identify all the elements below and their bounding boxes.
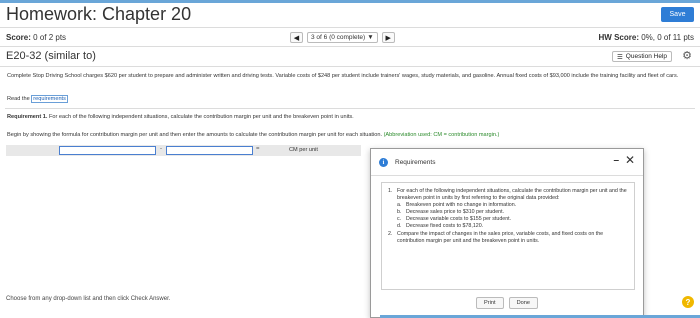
list-item: 1. For each of the following independent… [388,188,628,202]
question-help-label: Question Help [625,53,667,60]
item-number: 1. [388,188,393,194]
sub-item: d. Decrease fixed costs to $78,120. [397,223,628,230]
sub-item: b. Decrease sales price to $310 per stud… [397,209,628,216]
sub-item-letter: a. [397,202,402,209]
triangle-right-icon: ▶ [385,34,391,42]
formula-input-1[interactable] [59,146,156,155]
begin-text: Begin by showing the formula for contrib… [7,132,382,138]
equals-sign: = [256,146,260,152]
abbreviation-hint: (Abbreviation used: CM = contribution ma… [383,132,500,138]
requirements-dialog: i Requirements – ✕ 1. For each of the fo… [370,148,644,318]
sub-item-text: Decrease variable costs to $155 per stud… [406,216,512,223]
hw-score: HW Score: 0%, 0 of 11 pts [599,33,694,42]
list-icon: ☰ [616,53,623,61]
item-text: For each of the following independent si… [397,188,627,202]
dialog-buttons: Print Done [371,297,643,309]
sub-item-letter: d. [397,223,402,230]
score: Score: 0 of 2 pts [6,33,66,42]
minus-sign: - [160,146,162,152]
question-header: E20-32 (similar to) ☰ Question Help ⚙ [0,47,700,67]
requirements-link[interactable]: requirements [31,95,68,103]
read-prefix: Read the [7,96,30,102]
sub-item: a. Breakeven point with no change in inf… [397,202,628,209]
divider [5,108,695,109]
score-label: Score: [6,33,31,42]
item-text: Compare the impact of changes in the sal… [397,230,604,244]
dialog-header: i Requirements – ✕ [371,149,643,176]
read-requirements: Read the requirements [7,95,68,103]
sub-item-text: Breakeven point with no change in inform… [406,202,517,209]
requirements-list: 1. For each of the following independent… [381,182,635,290]
sub-item: c. Decrease variable costs to $155 per s… [397,216,628,223]
list-item: 2. Compare the impact of changes in the … [388,231,628,245]
dialog-title: Requirements [395,159,436,166]
close-icon[interactable]: ✕ [625,153,635,167]
page-title: Homework: Chapter 20 [6,4,192,24]
hw-score-value: 0%, 0 of 11 pts [641,33,694,42]
score-value: 0 of 2 pts [33,33,67,42]
next-question-button[interactable]: ▶ [381,32,395,43]
question-help-button[interactable]: ☰ Question Help [611,51,672,62]
sub-item-letter: b. [397,209,402,216]
info-icon: i [379,158,388,167]
formula-row: - = CM per unit [6,145,361,156]
print-button[interactable]: Print [476,297,504,309]
score-bar: Score: 0 of 2 pts ◀ 3 of 6 (0 complete) … [0,27,700,47]
minimize-icon[interactable]: – [613,155,619,166]
requirement-1: Requirement 1. For each of the following… [7,114,354,120]
question-select[interactable]: 3 of 6 (0 complete) ▼ [307,32,378,43]
question-pager: ◀ 3 of 6 (0 complete) ▼ ▶ [290,32,395,43]
done-button[interactable]: Done [508,297,538,309]
question-select-value: 3 of 6 (0 complete) [311,34,366,41]
sub-item-letter: c. [397,216,402,223]
hw-score-label: HW Score: [598,33,639,42]
help-icon[interactable]: ? [682,296,694,308]
triangle-left-icon: ◀ [293,34,300,42]
previous-question-button[interactable]: ◀ [290,32,303,43]
question-text: Complete Stop Driving School charges $62… [7,73,679,79]
requirement-1-text: For each of the following independent si… [48,114,354,120]
footer-instruction: Choose from any drop-down list and then … [6,296,171,302]
formula-input-2[interactable] [166,146,253,155]
sub-item-text: Decrease fixed costs to $78,120. [406,223,484,230]
save-button[interactable]: Save [661,7,694,22]
requirement-1-label: Requirement 1. [7,114,48,120]
question-title: E20-32 (similar to) [6,50,96,62]
gear-icon[interactable]: ⚙ [682,49,692,62]
instruction-text: Begin by showing the formula for contrib… [7,132,499,138]
item-number: 2. [388,230,393,237]
sub-item-text: Decrease sales price to $310 per student… [406,209,505,216]
caret-down-icon: ▼ [367,34,374,41]
top-accent-bar [0,0,700,3]
cm-per-unit-label: CM per unit [289,147,318,153]
